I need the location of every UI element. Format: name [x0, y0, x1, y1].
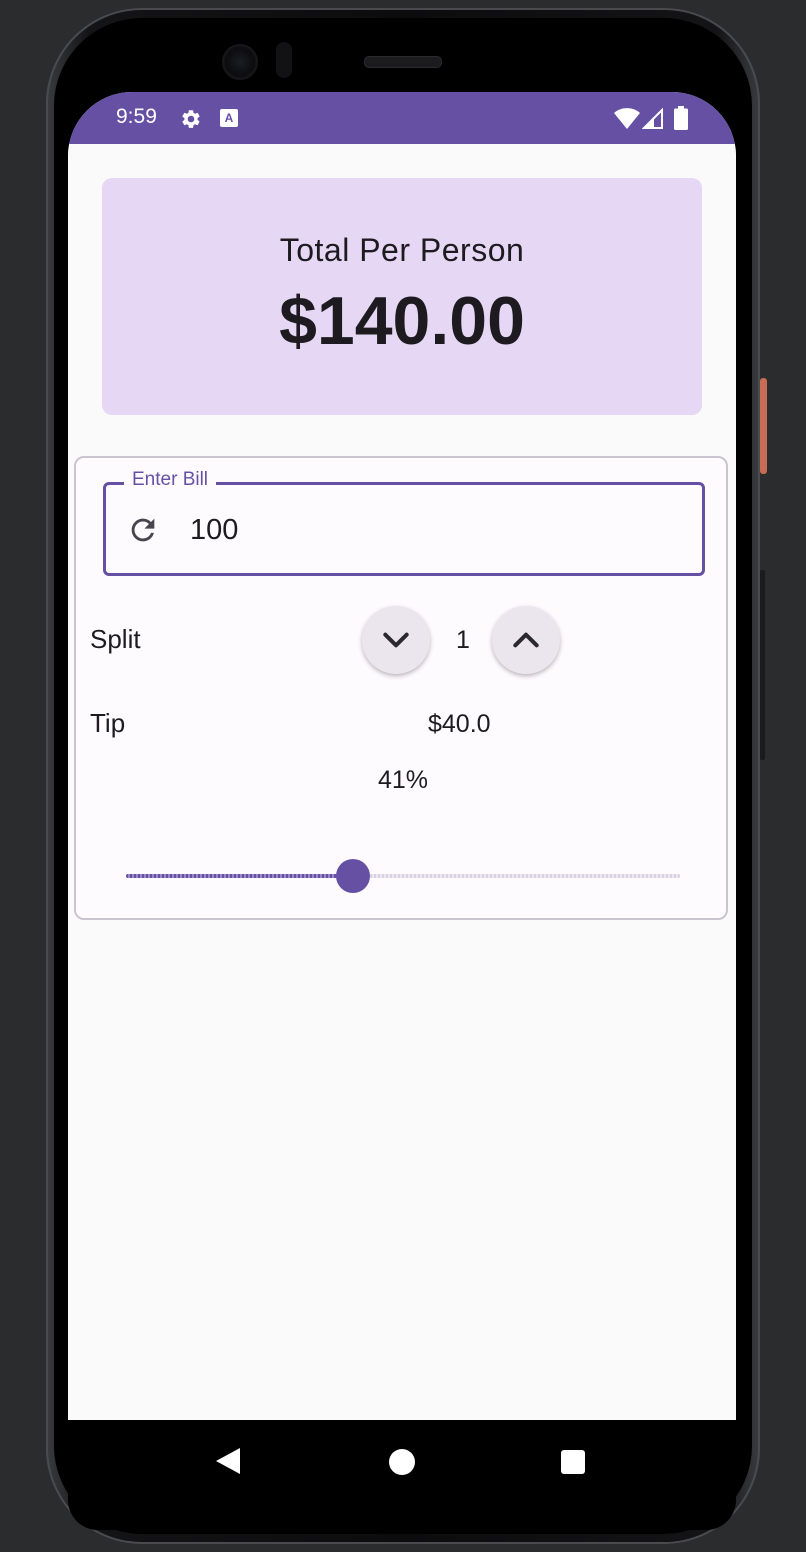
screen: 9:59 A Total Per Person $140.00 Enter Bi…	[68, 92, 736, 1500]
total-per-person-label: Total Per Person	[279, 232, 525, 268]
back-icon[interactable]	[214, 1446, 242, 1476]
tip-slider[interactable]	[126, 858, 680, 894]
power-button	[760, 378, 767, 474]
total-per-person-card: Total Per Person $140.00	[102, 178, 702, 415]
enter-bill-label: Enter Bill	[124, 469, 217, 491]
slider-track-active	[126, 874, 353, 878]
front-camera	[222, 44, 258, 80]
split-count: 1	[456, 626, 470, 654]
enter-bill-input[interactable]	[190, 507, 670, 553]
tip-label: Tip	[90, 708, 126, 738]
enter-bill-field[interactable]: Enter Bill	[103, 469, 705, 576]
app-content: Total Per Person $140.00 Enter Bill Spli…	[68, 144, 736, 1420]
split-label: Split	[90, 624, 141, 654]
slider-thumb[interactable]	[336, 859, 370, 893]
gear-icon	[182, 110, 200, 128]
keyboard-a-icon: A	[220, 109, 238, 127]
chevron-down-icon	[383, 632, 409, 648]
navigation-bar	[68, 1420, 736, 1500]
device-chin	[68, 1500, 736, 1530]
signal-icon	[642, 108, 663, 129]
status-time: 9:59	[116, 105, 157, 128]
refresh-icon	[131, 518, 155, 542]
home-icon[interactable]	[389, 1449, 415, 1475]
bill-form-card: Enter Bill Split 1 Tip $40.0 41%	[74, 456, 728, 920]
split-increment-button[interactable]	[492, 606, 560, 674]
chevron-up-icon	[513, 632, 539, 648]
battery-icon	[674, 106, 688, 130]
volume-button	[760, 570, 765, 760]
tip-amount: $40.0	[428, 710, 491, 738]
total-per-person-amount: $140.00	[279, 283, 525, 359]
recents-icon[interactable]	[561, 1450, 585, 1474]
earpiece-speaker	[364, 56, 442, 68]
wifi-icon	[614, 108, 640, 129]
status-bar: 9:59 A	[68, 92, 736, 144]
proximity-sensor	[276, 42, 292, 78]
tip-percent: 41%	[377, 766, 429, 794]
split-decrement-button[interactable]	[362, 606, 430, 674]
